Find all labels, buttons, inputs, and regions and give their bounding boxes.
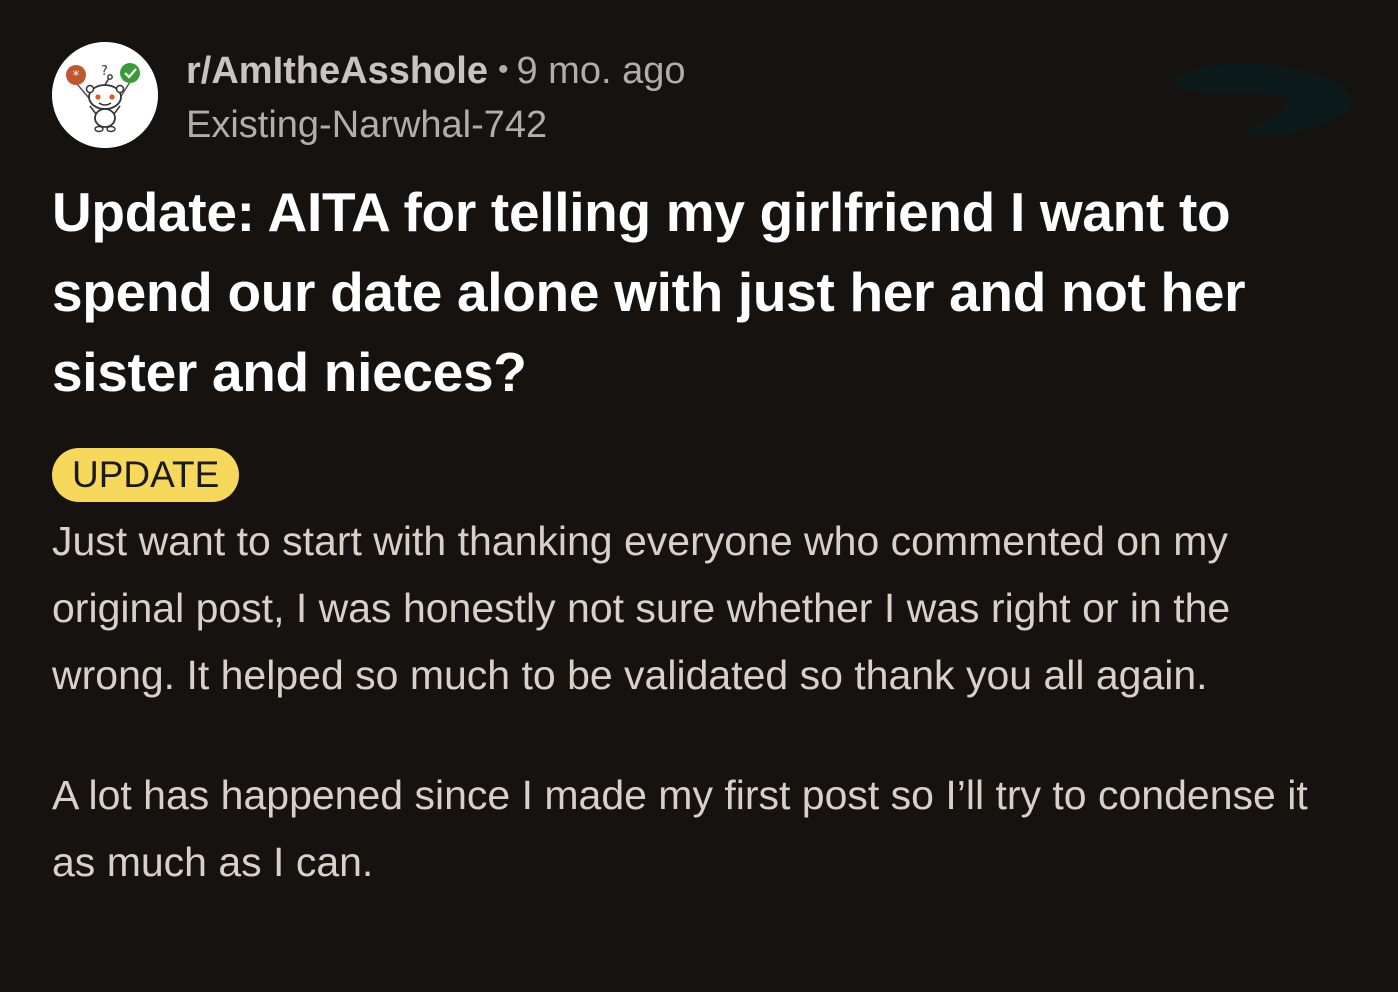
body-paragraph: Just want to start with thanking everyon… [52,518,1231,698]
body-paragraph: A lot has happened since I made my first… [52,772,1308,885]
subreddit-avatar-icon[interactable]: * ? [52,42,158,148]
post-meta: r/AmItheAsshole • 9 mo. ago Existing-Narwh… [186,48,685,147]
subreddit-link[interactable]: r/AmItheAsshole [186,50,488,92]
svg-text:*: * [73,69,80,84]
post-title[interactable]: Update: AITA for telling my girlfriend I… [52,172,1362,412]
post-flair-badge[interactable]: UPDATE [52,448,240,502]
meta-separator: • [497,53,509,86]
svg-text:?: ? [101,64,108,79]
redaction-scribble [1175,63,1352,136]
meta-line: r/AmItheAsshole • 9 mo. ago [186,48,685,93]
post-header: * ? r/AmItheAsshole • 9 mo. ago Existing… [52,40,1362,150]
post-card: * ? r/AmItheAsshole • 9 mo. ago Existing… [52,40,1362,949]
post-age: 9 mo. ago [516,50,686,92]
post-body: Just want to start with thanking everyon… [52,508,1362,896]
author-link[interactable]: Existing-Narwhal-742 [186,103,685,147]
